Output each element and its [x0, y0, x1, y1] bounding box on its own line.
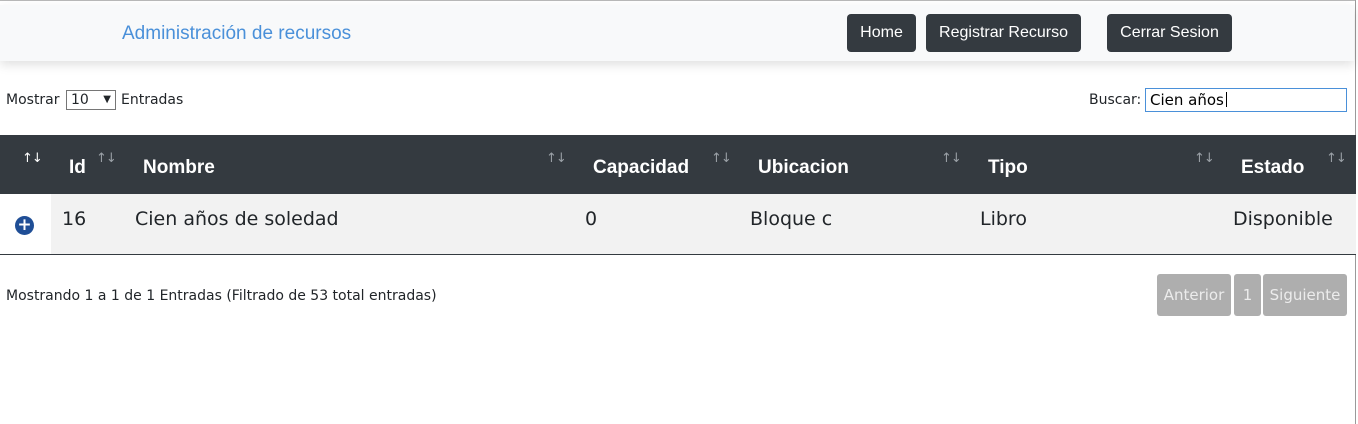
logout-button[interactable]: Cerrar Sesion [1107, 14, 1232, 52]
home-button[interactable]: Home [847, 14, 916, 52]
cell-capacidad: 0 [585, 208, 598, 230]
sort-arrows-icon[interactable]: ↑↓ [96, 151, 117, 166]
cell-ubicacion: Bloque c [750, 208, 833, 230]
navbar: Administración de recursos Home Registra… [0, 5, 1354, 61]
chevron-down-icon: ▼ [103, 94, 111, 105]
column-header-id[interactable]: Id [69, 157, 86, 179]
text-caret [1225, 92, 1227, 107]
page-size-select[interactable]: 10 ▼ [66, 90, 116, 110]
page-1-button[interactable]: 1 [1234, 274, 1261, 316]
search-input[interactable]: Cien años [1145, 88, 1347, 112]
column-header-ubicacion[interactable]: Ubicacion [758, 157, 849, 179]
page-size-value: 10 [71, 92, 89, 108]
sort-arrows-icon[interactable]: ↑↓ [941, 151, 962, 166]
sort-arrows-icon[interactable]: ↑↓ [546, 151, 567, 166]
cell-estado: Disponible [1233, 208, 1333, 230]
column-header-nombre[interactable]: Nombre [143, 157, 215, 179]
cell-id: 16 [62, 208, 87, 230]
show-label: Mostrar [6, 92, 60, 108]
column-header-tipo[interactable]: Tipo [988, 157, 1028, 179]
plus-circle-icon[interactable]: + [15, 216, 34, 235]
brand-title[interactable]: Administración de recursos [122, 23, 351, 45]
cell-tipo: Libro [980, 208, 1027, 230]
column-header-estado[interactable]: Estado [1241, 157, 1304, 179]
sort-arrows-icon[interactable]: ↑↓ [1194, 151, 1215, 166]
search-value: Cien años [1150, 91, 1224, 109]
sort-arrows-icon[interactable]: ↑↓ [22, 151, 43, 166]
sort-arrows-icon[interactable]: ↑↓ [711, 151, 732, 166]
table-row: + 16 Cien años de soledad 0 Bloque c Lib… [0, 194, 1356, 255]
table-info: Mostrando 1 a 1 de 1 Entradas (Filtrado … [6, 288, 437, 304]
search-label: Buscar: [1089, 92, 1142, 108]
sort-arrows-icon[interactable]: ↑↓ [1326, 151, 1347, 166]
previous-page-button[interactable]: Anterior [1157, 274, 1231, 316]
table-header: ↑↓ Id ↑↓ Nombre ↑↓ Capacidad ↑↓ Ubicacio… [0, 135, 1356, 194]
entries-label: Entradas [121, 92, 184, 108]
register-resource-button[interactable]: Registrar Recurso [926, 14, 1081, 52]
cell-nombre: Cien años de soledad [135, 208, 339, 230]
next-page-button[interactable]: Siguiente [1263, 274, 1347, 316]
column-header-capacidad[interactable]: Capacidad [593, 157, 689, 179]
